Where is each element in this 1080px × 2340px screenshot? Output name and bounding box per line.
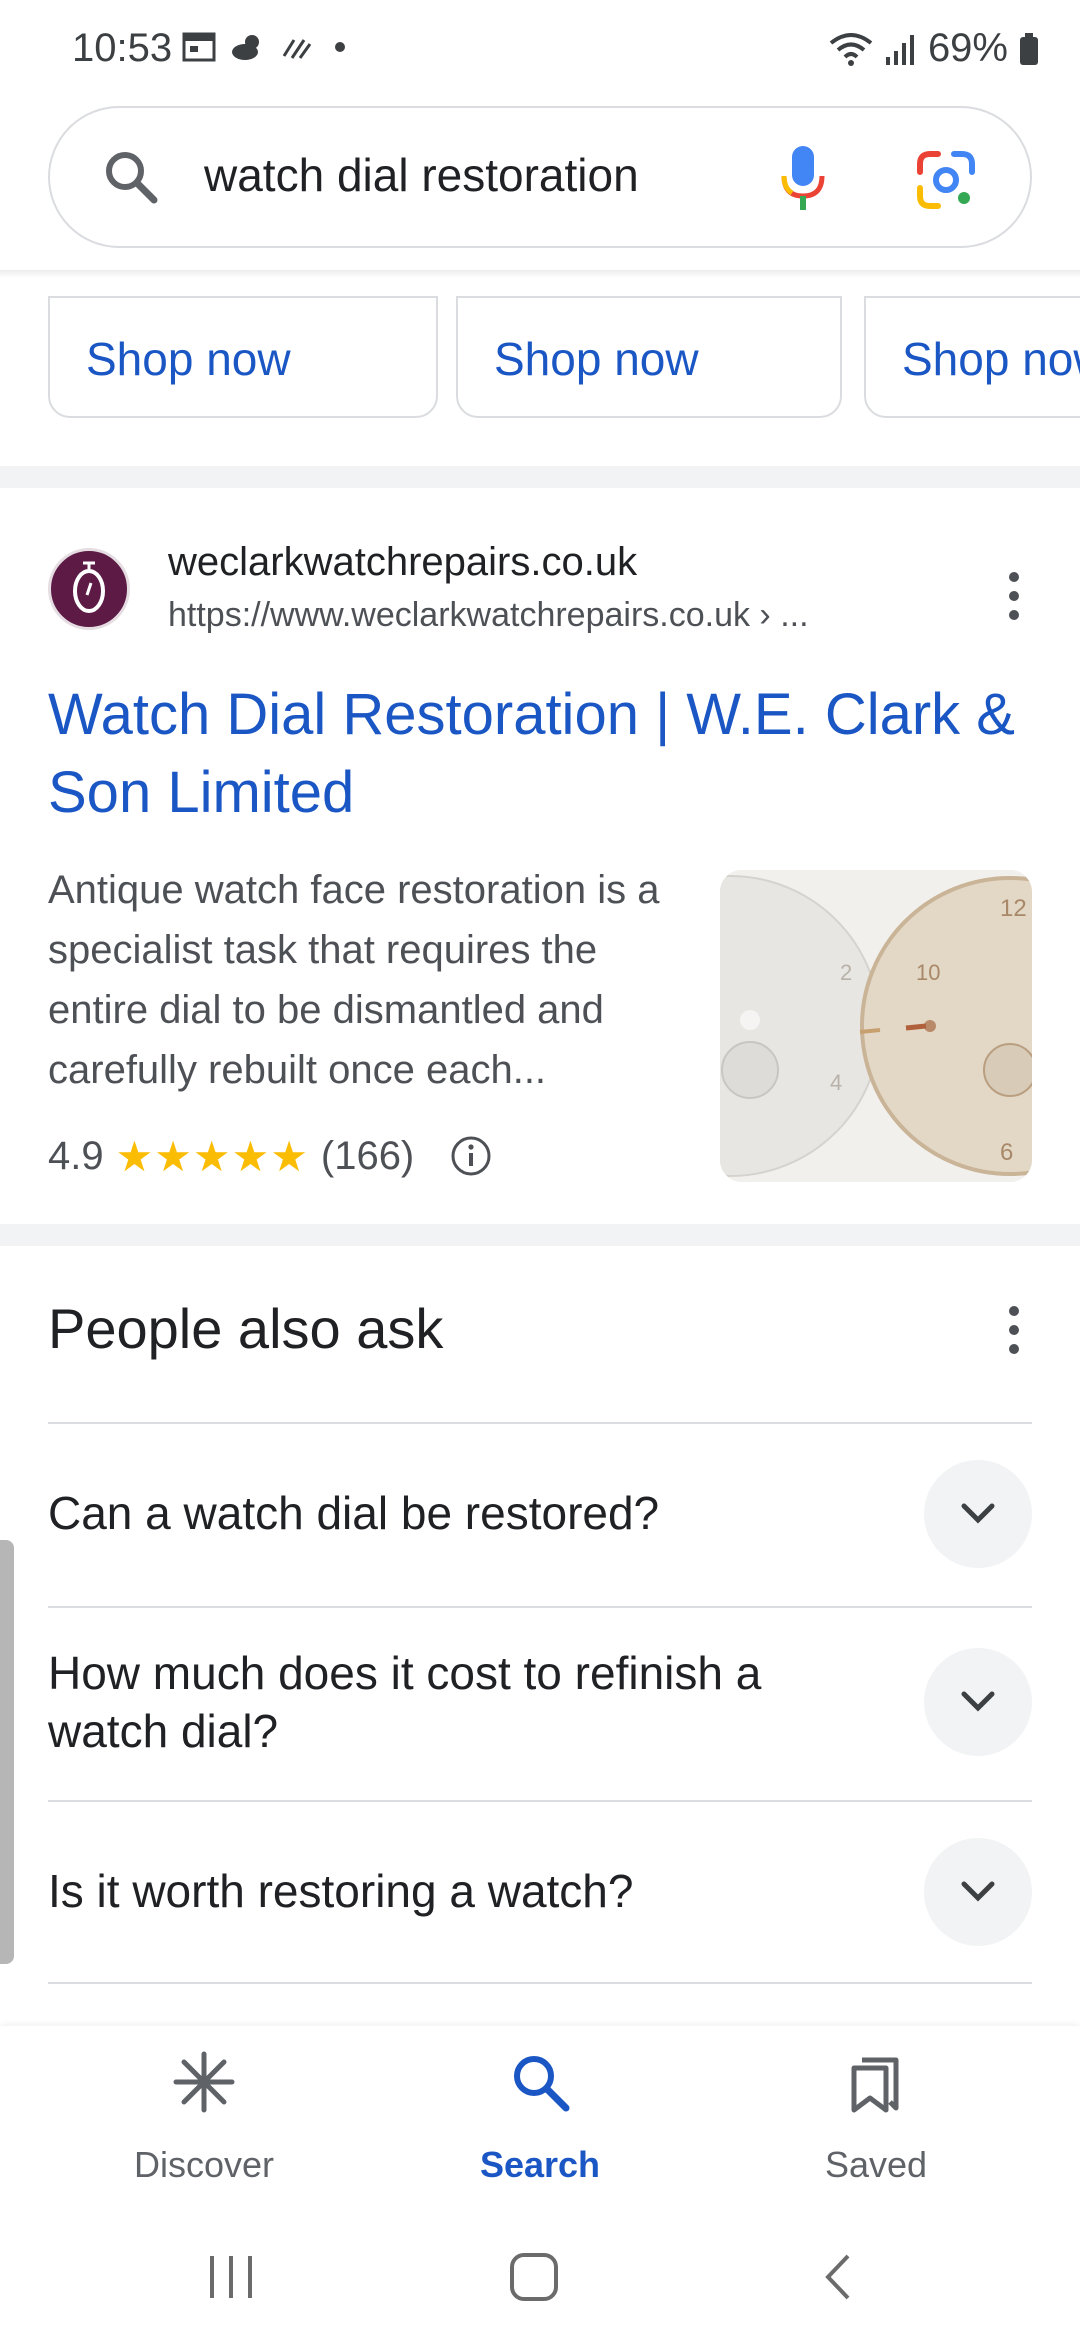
expand-button[interactable] — [924, 1838, 1032, 1946]
microphone-icon[interactable] — [778, 144, 828, 214]
bookmarks-icon — [851, 2057, 899, 2113]
weather-icon — [232, 35, 259, 60]
search-icon — [514, 2056, 570, 2112]
chevron-down-icon — [961, 1503, 995, 1524]
signal-icon — [885, 34, 914, 65]
rating-row: 4.9 ★★★★★ (166) — [48, 1128, 492, 1184]
site-favicon[interactable] — [48, 548, 130, 630]
nav-discover[interactable]: Discover — [84, 2050, 324, 2190]
system-navigation-bar — [0, 2210, 1080, 2340]
more-options-icon[interactable] — [994, 566, 1034, 626]
divider — [48, 1606, 1032, 1608]
review-count: (166) — [320, 1133, 415, 1178]
result-snippet: Antique watch face restoration is a spec… — [48, 868, 660, 1092]
expand-button[interactable] — [924, 1460, 1032, 1568]
svg-text:12: 12 — [1000, 895, 1027, 922]
svg-text:6: 6 — [1000, 1139, 1013, 1166]
question-item[interactable]: Can a watch dial be restored? — [48, 1484, 868, 1542]
question-item[interactable]: How much does it cost to refinish a watc… — [48, 1644, 868, 1760]
question-item[interactable]: Is it worth restoring a watch? — [48, 1862, 868, 1920]
recent-apps-icon[interactable] — [204, 2252, 258, 2302]
shop-card[interactable]: Shop now — [864, 296, 1080, 418]
more-options-icon[interactable] — [994, 1300, 1034, 1360]
result-title-link[interactable]: Watch Dial Restoration | W.E. Clark & So… — [48, 676, 1038, 832]
nav-search-label: Search — [479, 2144, 601, 2185]
wifi-icon — [829, 32, 873, 66]
svg-text:2: 2 — [840, 960, 852, 985]
divider — [48, 1982, 1032, 1984]
calendar-icon — [182, 32, 216, 62]
site-url[interactable]: https://www.weclarkwatchrepairs.co.uk › … — [168, 596, 809, 635]
search-input[interactable]: watch dial restoration — [204, 148, 639, 202]
divider — [48, 1800, 1032, 1802]
divider — [48, 1422, 1032, 1424]
people-also-ask-heading: People also ask — [48, 1297, 444, 1360]
shop-card[interactable]: Shop now — [48, 296, 438, 418]
chevron-down-icon — [961, 1881, 995, 1902]
system-icons: 69% — [828, 26, 1040, 71]
nav-search[interactable]: Search — [420, 2050, 660, 2190]
shop-now-link[interactable]: Shop now — [494, 332, 699, 386]
section-divider — [0, 466, 1080, 488]
svg-text:4: 4 — [830, 1070, 842, 1095]
notification-icons — [182, 32, 352, 62]
battery-icon — [1020, 32, 1038, 65]
watch-logo-icon — [73, 561, 105, 613]
shop-card[interactable]: Shop now — [456, 296, 842, 418]
search-bar[interactable]: watch dial restoration — [48, 106, 1032, 248]
battery-percent: 69% — [927, 26, 1008, 70]
header-shadow — [0, 270, 1080, 278]
svg-text:10: 10 — [916, 960, 940, 985]
nav-saved-label: Saved — [824, 2144, 928, 2185]
star-rating: ★★★★★ — [115, 1132, 309, 1180]
search-icon — [106, 152, 158, 204]
chevron-down-icon — [961, 1691, 995, 1712]
bottom-navigation: Discover Search Saved — [0, 2026, 1080, 2210]
site-name[interactable]: weclarkwatchrepairs.co.uk — [168, 540, 637, 585]
result-thumbnail[interactable]: 2 4 12 10 6 — [720, 870, 1032, 1182]
status-bar: 10:53 69% — [0, 0, 1080, 100]
info-icon[interactable] — [450, 1135, 492, 1177]
shop-now-link[interactable]: Shop now — [86, 332, 291, 386]
nav-discover-label: Discover — [133, 2144, 275, 2185]
expand-button[interactable] — [924, 1648, 1032, 1756]
google-lens-icon[interactable] — [916, 150, 976, 210]
back-icon[interactable] — [818, 2252, 858, 2302]
status-time: 10:53 — [72, 26, 173, 70]
section-divider — [0, 1224, 1080, 1246]
dot-icon — [335, 42, 345, 52]
asterisk-icon — [173, 2051, 235, 2113]
activity-icon — [282, 39, 312, 59]
home-icon[interactable] — [508, 2252, 560, 2302]
nav-saved[interactable]: Saved — [756, 2050, 996, 2190]
scrollbar[interactable] — [0, 1540, 14, 1964]
rating-value: 4.9 — [48, 1133, 104, 1178]
watch-dial-image: 2 4 12 10 6 — [720, 870, 1032, 1182]
shop-now-link[interactable]: Shop now — [902, 332, 1080, 386]
